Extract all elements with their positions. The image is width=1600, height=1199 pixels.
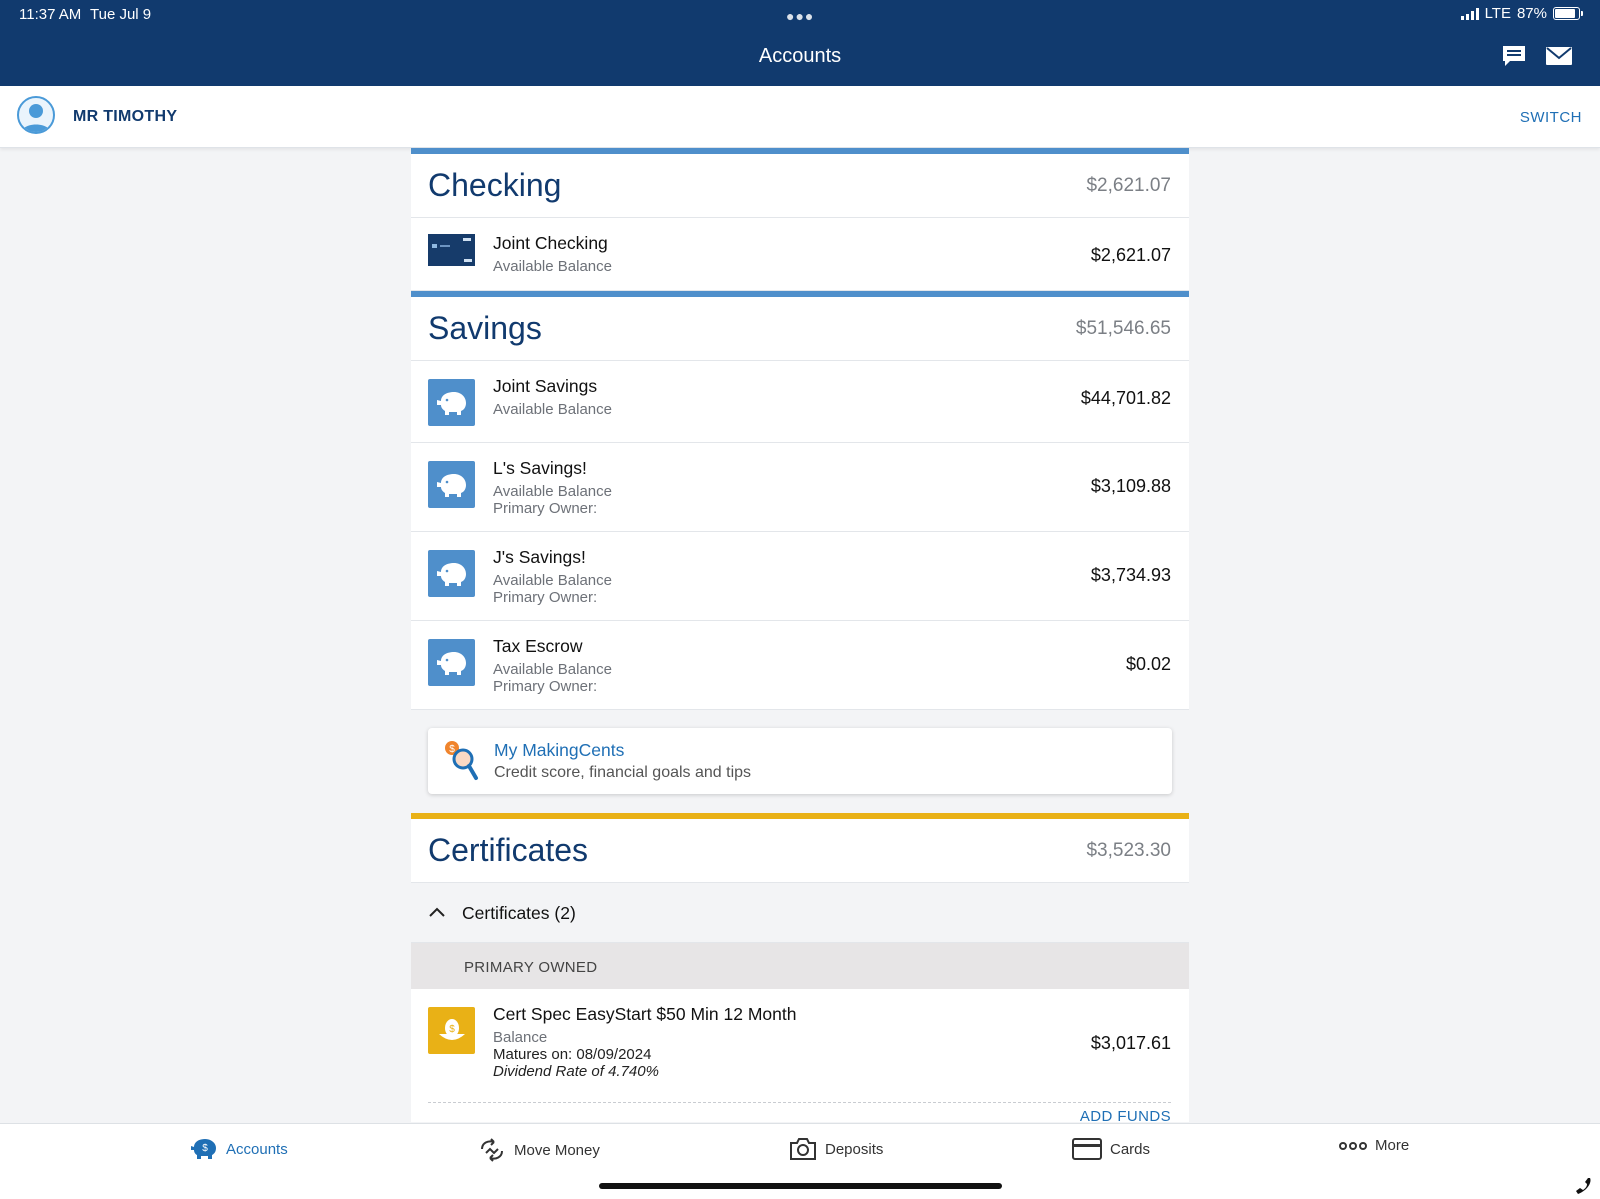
piggy-bank-icon: [428, 550, 475, 597]
making-cents-wrapper: $ My MakingCents Credit score, financial…: [411, 710, 1189, 813]
accounts-list: Checking $2,621.07 Joint Checking Availa…: [411, 148, 1189, 1125]
status-time: 11:37 AM: [19, 6, 82, 23]
chevron-up-icon: [429, 907, 445, 917]
tab-label: Move Money: [514, 1141, 600, 1159]
account-amount: $3,109.88: [1090, 476, 1171, 496]
account-row-j-savings[interactable]: J's Savings! Available Balance Primary O…: [411, 532, 1189, 621]
making-cents-subtitle: Credit score, financial goals and tips: [494, 764, 752, 781]
section-title: Certificates: [428, 832, 589, 868]
signal-icon: [1460, 7, 1479, 20]
svg-text:$: $: [449, 1024, 455, 1035]
account-row-l-savings[interactable]: L's Savings! Available Balance Primary O…: [411, 443, 1189, 532]
battery-icon: [1553, 7, 1583, 20]
piggy-bank-icon: [428, 461, 475, 508]
certificates-group-label: Certificates (2): [462, 903, 576, 923]
piggy-bank-icon: [428, 639, 475, 686]
svg-text:$: $: [202, 1143, 208, 1154]
account-switcher-bar: MR TIMOTHY SWITCH: [0, 86, 1600, 148]
account-amount: $2,621.07: [1090, 245, 1171, 265]
certificate-amount: $3,017.61: [1090, 1033, 1171, 1053]
tab-cards[interactable]: Cards: [1072, 1137, 1150, 1161]
tab-label: Accounts: [226, 1140, 288, 1158]
account-balance-label: Available Balance: [493, 483, 612, 500]
account-balance-label: Available Balance: [493, 572, 612, 589]
account-name: J's Savings!: [493, 547, 586, 567]
multitask-dots-icon[interactable]: ●●●: [786, 8, 814, 24]
certificates-group-toggle[interactable]: Certificates (2): [411, 883, 1189, 943]
network-label: LTE: [1484, 5, 1511, 22]
switch-button[interactable]: SWITCH: [1520, 109, 1582, 126]
mail-icon[interactable]: [1545, 44, 1573, 68]
tab-move-money[interactable]: Move Money: [478, 1137, 600, 1163]
account-name: Tax Escrow: [493, 636, 583, 656]
tab-more[interactable]: More: [1339, 1137, 1409, 1154]
primary-owned-header: PRIMARY OWNED: [411, 943, 1189, 989]
account-name: L's Savings!: [493, 458, 587, 478]
top-header: 11:37 AM Tue Jul 9 ●●● LTE 87% Accounts: [0, 0, 1600, 86]
chat-icon[interactable]: [1500, 44, 1528, 68]
making-cents-card[interactable]: $ My MakingCents Credit score, financial…: [428, 728, 1172, 794]
account-row-joint-checking[interactable]: Joint Checking Available Balance $2,621.…: [411, 218, 1189, 291]
divider: [428, 1102, 1171, 1103]
status-date: Tue Jul 9: [90, 6, 152, 23]
account-amount: $44,701.82: [1080, 388, 1171, 408]
more-dots-icon: [1339, 1141, 1367, 1150]
magnifier-dollar-icon: $: [445, 741, 478, 780]
account-owner-label: Primary Owner:: [493, 500, 598, 517]
account-balance-label: Available Balance: [493, 661, 612, 678]
debit-card-icon: [428, 234, 475, 266]
home-indicator: [599, 1183, 1002, 1189]
account-owner-label: Primary Owner:: [493, 678, 598, 695]
certificate-balance-label: Balance: [493, 1029, 548, 1046]
certificate-rate: Dividend Rate of 4.740%: [493, 1063, 659, 1080]
piggy-dollar-icon: $: [191, 1139, 216, 1159]
avatar[interactable]: [17, 96, 55, 134]
phone-icon[interactable]: [1574, 1176, 1594, 1196]
tab-label: Cards: [1110, 1140, 1151, 1158]
certificate-maturity: Matures on: 08/09/2024: [493, 1046, 652, 1063]
section-title: Checking: [428, 167, 562, 203]
certificate-row[interactable]: $ Cert Spec EasyStart $50 Min 12 Month B…: [411, 989, 1189, 1125]
user-name: MR TIMOTHY: [73, 108, 178, 125]
card-icon: [1072, 1138, 1102, 1160]
battery-label: 87%: [1516, 5, 1547, 22]
account-name: Joint Savings: [493, 376, 598, 396]
certificates-section-header[interactable]: Certificates $3,523.30: [411, 813, 1189, 883]
account-name: Joint Checking: [493, 233, 608, 253]
checking-section-header[interactable]: Checking $2,621.07: [411, 148, 1189, 218]
certificate-name: Cert Spec EasyStart $50 Min 12 Month: [493, 1004, 797, 1024]
tab-accounts[interactable]: $ Accounts: [190, 1137, 288, 1161]
account-amount: $0.02: [1125, 654, 1171, 674]
section-title: Savings: [428, 310, 542, 346]
making-cents-title: My MakingCents: [494, 740, 625, 760]
camera-icon: [790, 1138, 816, 1160]
account-owner-label: Primary Owner:: [493, 589, 598, 606]
account-row-joint-savings[interactable]: Joint Savings Available Balance $44,701.…: [411, 361, 1189, 443]
nest-egg-icon: $: [428, 1007, 475, 1054]
section-total: $3,523.30: [1086, 840, 1171, 861]
account-balance-label: Available Balance: [493, 258, 612, 275]
piggy-bank-icon: [428, 379, 475, 426]
transfer-icon: [481, 1138, 503, 1162]
account-balance-label: Available Balance: [493, 401, 612, 418]
section-total: $51,546.65: [1075, 318, 1171, 339]
section-total: $2,621.07: [1086, 175, 1171, 196]
savings-section-header[interactable]: Savings $51,546.65: [411, 291, 1189, 361]
page-title: Accounts: [758, 45, 842, 67]
tab-deposits[interactable]: Deposits: [789, 1137, 883, 1161]
tab-label: More: [1375, 1137, 1410, 1154]
status-indicators: LTE 87%: [1460, 5, 1583, 22]
account-row-tax-escrow[interactable]: Tax Escrow Available Balance Primary Own…: [411, 621, 1189, 710]
tab-label: Deposits: [825, 1140, 884, 1158]
account-amount: $3,734.93: [1090, 565, 1171, 585]
primary-owned-label: PRIMARY OWNED: [464, 959, 598, 976]
